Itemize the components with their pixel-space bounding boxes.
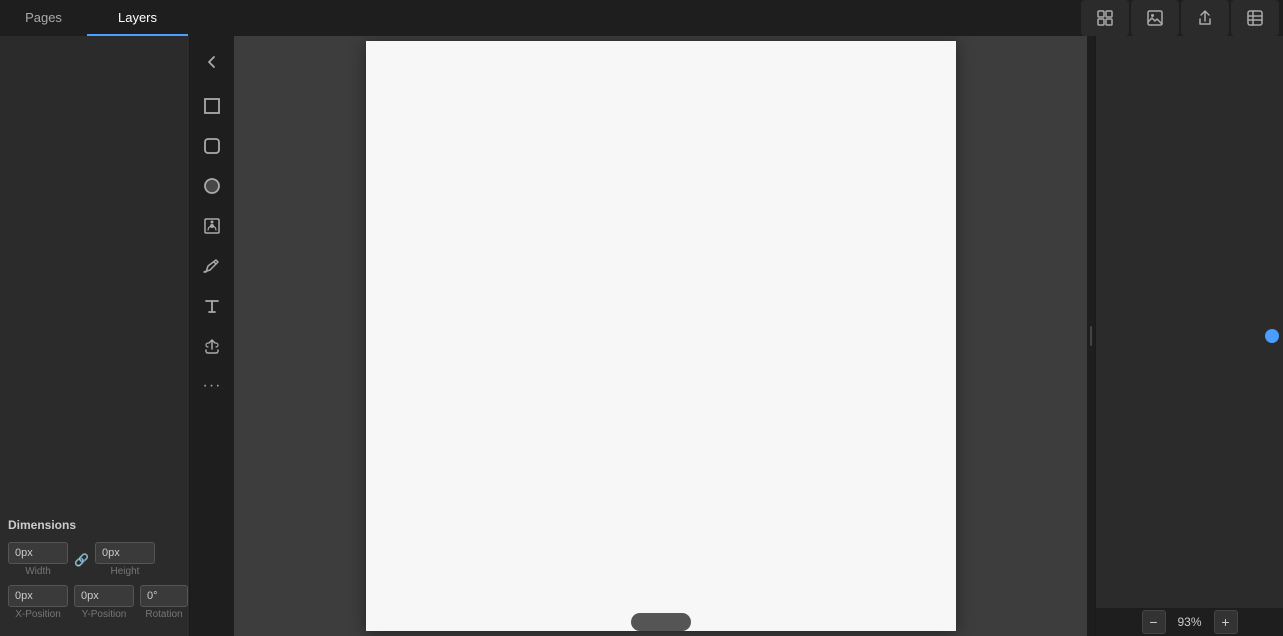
tool-strip: ···: [190, 36, 234, 636]
tab-layers[interactable]: Layers: [87, 0, 188, 36]
height-input[interactable]: [95, 542, 155, 564]
canvas-area[interactable]: [234, 36, 1087, 636]
x-field-group: X-Position: [8, 585, 68, 620]
collapse-handle[interactable]: [1087, 36, 1095, 636]
grid-icon: [1095, 8, 1115, 28]
rotation-field-group: Rotation: [140, 585, 188, 620]
main-layout: Dimensions Width 🔗 Height X-Position: [0, 36, 1283, 636]
image-button[interactable]: [1131, 0, 1179, 36]
height-field-group: Height: [95, 542, 155, 577]
y-input[interactable]: [74, 585, 134, 607]
upload-tool-button[interactable]: [194, 328, 230, 364]
zoom-plus-icon: +: [1221, 614, 1229, 630]
circle-icon: [202, 176, 222, 196]
text-icon: [202, 296, 222, 316]
right-sidebar: − 93% +: [1095, 36, 1283, 636]
zoom-value: 93%: [1172, 615, 1208, 629]
dimensions-title: Dimensions: [8, 518, 181, 532]
pen-icon: [202, 256, 222, 276]
pen-tool-button[interactable]: [194, 248, 230, 284]
rounded-rect-tool-button[interactable]: [194, 128, 230, 164]
top-bar: Pages Layers: [0, 0, 1283, 36]
zoom-minus-icon: −: [1149, 614, 1157, 630]
tab-pages[interactable]: Pages: [0, 0, 87, 36]
rounded-rect-icon: [202, 136, 222, 156]
grid-button[interactable]: [1081, 0, 1129, 36]
rotation-label: Rotation: [140, 609, 188, 620]
x-input[interactable]: [8, 585, 68, 607]
text-tool-button[interactable]: [194, 288, 230, 324]
width-label: Width: [8, 566, 68, 577]
dimensions-panel: Dimensions Width 🔗 Height X-Position: [0, 506, 189, 636]
position-row: X-Position Y-Position Rotation: [8, 585, 181, 620]
share-icon: [1195, 8, 1215, 28]
rectangle-icon: [202, 96, 222, 116]
frame-icon: [202, 216, 222, 236]
width-field-group: Width: [8, 542, 68, 577]
y-label: Y-Position: [74, 609, 134, 620]
zoom-in-button[interactable]: +: [1214, 610, 1238, 634]
height-label: Height: [95, 566, 155, 577]
back-icon: [203, 53, 221, 71]
left-sidebar: Dimensions Width 🔗 Height X-Position: [0, 36, 190, 636]
zoom-bar: − 93% +: [1096, 608, 1283, 636]
zoom-out-button[interactable]: −: [1142, 610, 1166, 634]
more-tools-button[interactable]: ···: [194, 368, 230, 404]
width-input[interactable]: [8, 542, 68, 564]
link-proportions-icon[interactable]: 🔗: [74, 553, 89, 567]
back-button[interactable]: [194, 44, 230, 80]
more-tools-icon: ···: [203, 377, 222, 395]
more-icon: [1245, 8, 1265, 28]
frame-tool-button[interactable]: [194, 208, 230, 244]
x-label: X-Position: [8, 609, 68, 620]
upload-icon: [202, 336, 222, 356]
rotation-input[interactable]: [140, 585, 188, 607]
layers-list: [0, 36, 189, 506]
page-indicator: [631, 613, 691, 631]
y-field-group: Y-Position: [74, 585, 134, 620]
canvas-bottom-strip: [234, 608, 1087, 636]
more-button[interactable]: [1231, 0, 1279, 36]
width-height-row: Width 🔗 Height: [8, 542, 181, 577]
canvas-page: [366, 41, 956, 631]
tab-layers-label: Layers: [118, 10, 157, 25]
image-icon: [1145, 8, 1165, 28]
tab-pages-label: Pages: [25, 10, 62, 25]
top-bar-right-actions: [1081, 0, 1283, 36]
status-dot: [1265, 329, 1279, 343]
rectangle-tool-button[interactable]: [194, 88, 230, 124]
share-button[interactable]: [1181, 0, 1229, 36]
circle-tool-button[interactable]: [194, 168, 230, 204]
